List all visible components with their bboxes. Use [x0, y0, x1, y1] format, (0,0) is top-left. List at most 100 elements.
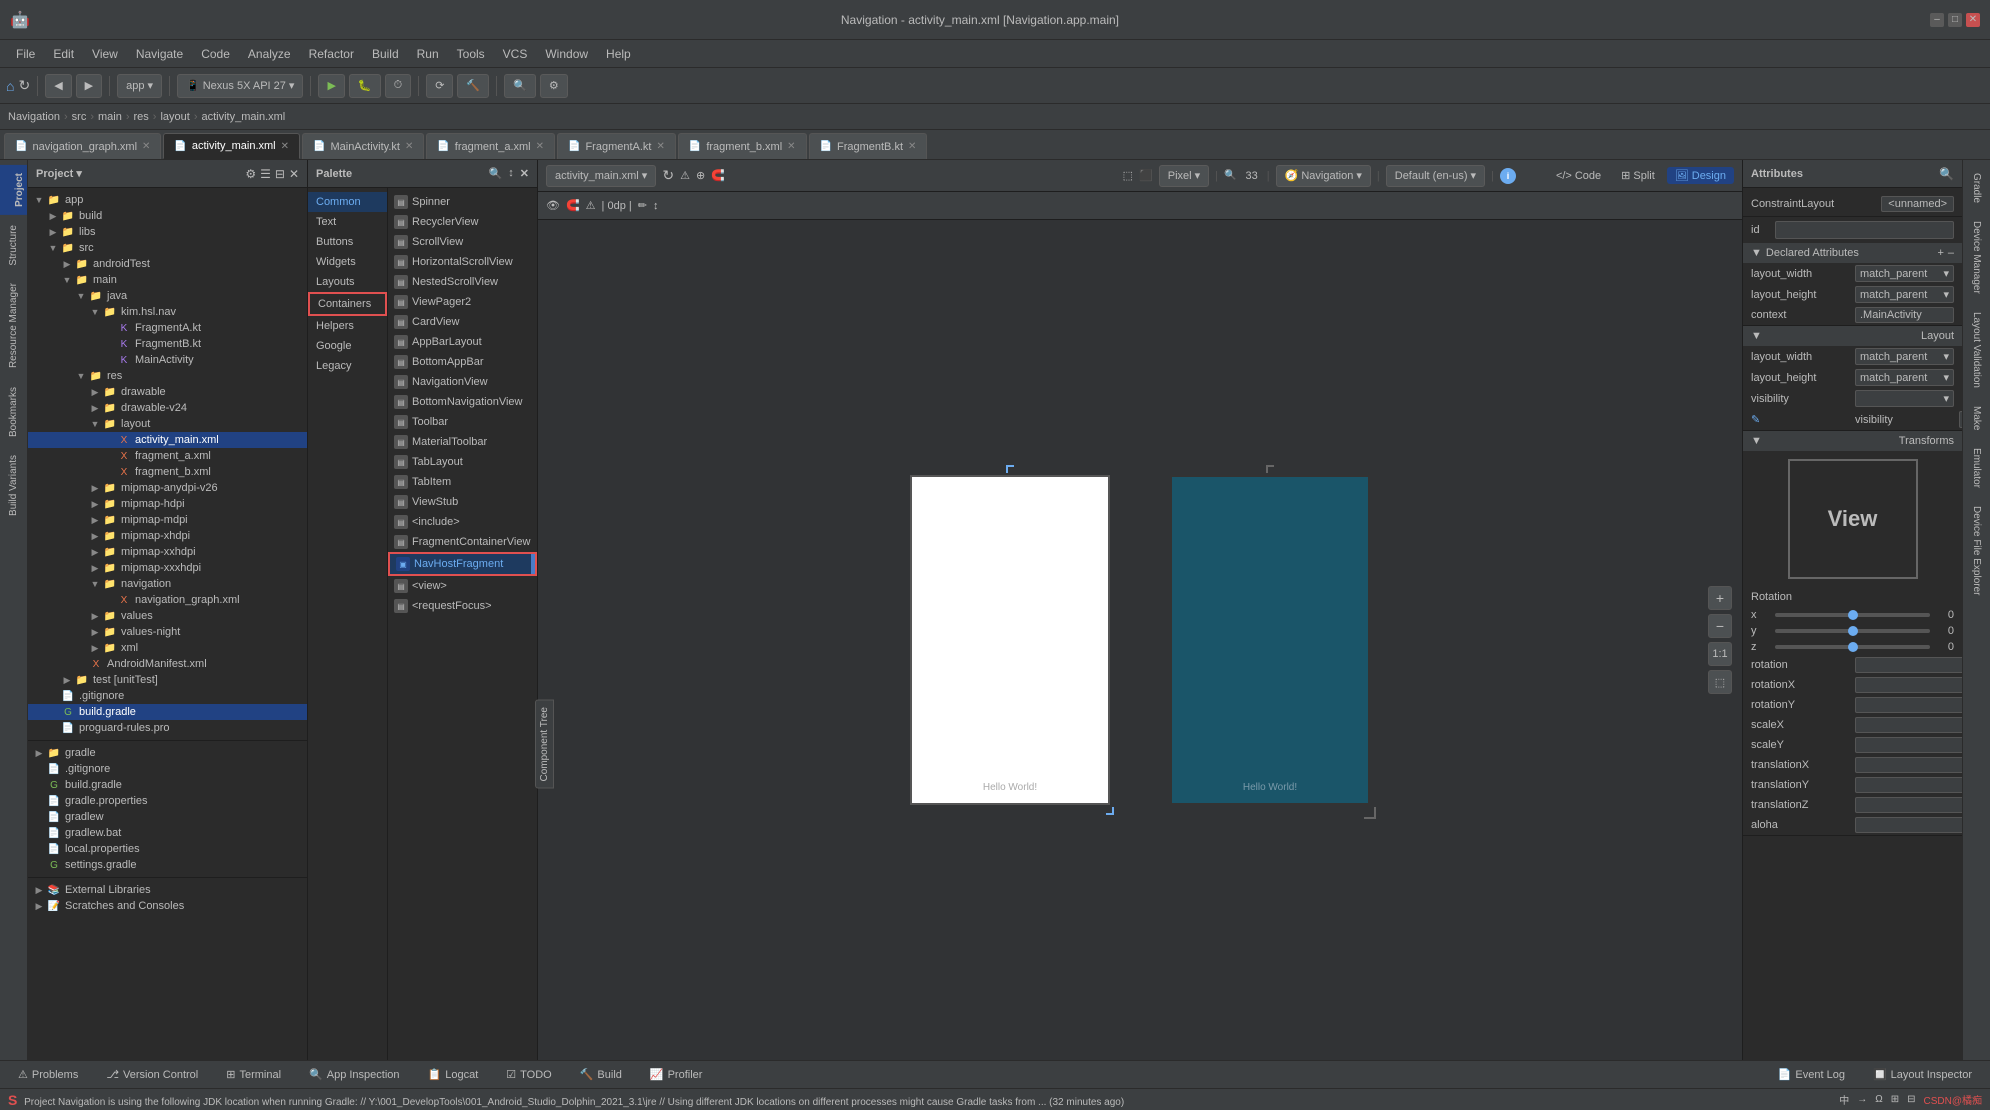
tab-close-activity-main[interactable]: ✕ — [281, 141, 289, 152]
tab-close-fragment-a-kt[interactable]: ✕ — [656, 141, 664, 152]
tree-item-androidmanifest[interactable]: X AndroidManifest.xml — [28, 656, 307, 672]
tree-item-fragmenta-kt[interactable]: K FragmentA.kt — [28, 320, 307, 336]
navigation-btn[interactable]: 🧭 Navigation ▾ — [1276, 165, 1371, 187]
palette-item-appbarlayout[interactable]: ▤ AppBarLayout — [388, 332, 537, 352]
scaleX-attr-input[interactable] — [1855, 717, 1962, 733]
tab-main-activity[interactable]: 📄 MainActivity.kt ✕ — [302, 133, 424, 159]
rotation-y-thumb[interactable] — [1848, 626, 1858, 636]
sidebar-tab-emulator[interactable]: Emulator — [1969, 440, 1984, 496]
menu-run[interactable]: Run — [409, 45, 447, 63]
tab-close-main-activity[interactable]: ✕ — [405, 141, 413, 152]
breadcrumb-layout[interactable]: layout — [160, 111, 189, 123]
declared-attributes-header[interactable]: ▼ Declared Attributes + – — [1743, 243, 1962, 263]
tree-item-proguard[interactable]: 📄 proguard-rules.pro — [28, 720, 307, 736]
tab-close-fragment-b[interactable]: ✕ — [787, 141, 795, 152]
declared-context-value[interactable]: .MainActivity — [1855, 307, 1954, 323]
tree-item-nav-graph-xml[interactable]: X navigation_graph.xml — [28, 592, 307, 608]
minimize-button[interactable]: – — [1930, 13, 1944, 27]
app-selector[interactable]: app ▾ — [117, 74, 162, 98]
tree-item-external-libraries[interactable]: ▶ 📚 External Libraries — [28, 882, 307, 898]
tree-item-build[interactable]: ▶ 📁 build — [28, 208, 307, 224]
tree-item-mipmap-mdpi[interactable]: ▶ 📁 mipmap-mdpi — [28, 512, 307, 528]
file-selector-btn[interactable]: activity_main.xml ▾ — [546, 165, 656, 187]
tree-item-build-gradle[interactable]: G build.gradle — [28, 704, 307, 720]
breadcrumb-main[interactable]: main — [98, 111, 122, 123]
palette-item-viewpager2[interactable]: ▤ ViewPager2 — [388, 292, 537, 312]
palette-cat-text[interactable]: Text — [308, 212, 387, 232]
sidebar-tab-build-variants[interactable]: Build Variants — [6, 447, 21, 524]
phone-frame-1[interactable]: Hello World! — [910, 475, 1110, 805]
phone-frame-2[interactable]: Hello World! — [1170, 475, 1370, 805]
tree-item-res[interactable]: ▼ 📁 res — [28, 368, 307, 384]
palette-cat-layouts[interactable]: Layouts — [308, 272, 387, 292]
design-warn-icon[interactable]: ⊕ — [696, 169, 705, 182]
sync-button[interactable]: ⟳ — [426, 74, 453, 98]
design-magnet-icon[interactable]: 🧲 — [711, 169, 725, 182]
palette-item-cardview[interactable]: ▤ CardView — [388, 312, 537, 332]
tree-item-fragmentb-kt[interactable]: K FragmentB.kt — [28, 336, 307, 352]
canvas-zoom-out-btn[interactable]: − — [1708, 614, 1732, 638]
palette-cat-buttons[interactable]: Buttons — [308, 232, 387, 252]
bottom-tab-problems[interactable]: ⚠ Problems — [8, 1065, 88, 1084]
scaleY-attr-input[interactable] — [1855, 737, 1962, 753]
forward-button[interactable]: ▶ — [76, 74, 102, 98]
rotation-y-slider[interactable] — [1775, 629, 1930, 633]
phone2-resize-handle[interactable] — [1364, 807, 1376, 819]
tree-item-build-gradle-root[interactable]: G build.gradle — [28, 777, 307, 793]
bottom-tab-build[interactable]: 🔨 Build — [570, 1065, 632, 1084]
bottom-tab-event-log[interactable]: 📄 Event Log — [1768, 1065, 1855, 1084]
tab-fragment-a[interactable]: 📄 fragment_a.xml ✕ — [426, 133, 555, 159]
bottom-tab-terminal[interactable]: ⊞ Terminal — [216, 1065, 291, 1084]
tab-close-fragment-a[interactable]: ✕ — [536, 141, 544, 152]
menu-help[interactable]: Help — [598, 45, 639, 63]
tree-item-values[interactable]: ▶ 📁 values — [28, 608, 307, 624]
tree-item-gitignore2[interactable]: 📄 .gitignore — [28, 761, 307, 777]
palette-item-nested-scrollview[interactable]: ▤ NestedScrollView — [388, 272, 537, 292]
tree-item-test[interactable]: ▶ 📁 test [unitTest] — [28, 672, 307, 688]
tab-navigation-graph[interactable]: 📄 navigation_graph.xml ✕ — [4, 133, 161, 159]
palette-cat-widgets[interactable]: Widgets — [308, 252, 387, 272]
tree-item-main[interactable]: ▼ 📁 main — [28, 272, 307, 288]
debug-button[interactable]: 🐛 — [349, 74, 381, 98]
breadcrumb-navigation[interactable]: Navigation — [8, 111, 60, 123]
menu-view[interactable]: View — [84, 45, 126, 63]
sidebar-tab-structure[interactable]: Structure — [6, 217, 21, 274]
palette-item-toolbar[interactable]: ▤ Toolbar — [388, 412, 537, 432]
palette-item-view[interactable]: ▤ <view> — [388, 576, 537, 596]
rotationY-attr-input[interactable] — [1855, 697, 1962, 713]
design-eye-icon[interactable]: 👁 — [546, 199, 560, 212]
palette-cat-common[interactable]: Common — [308, 192, 387, 212]
project-settings-icon[interactable]: ⚙ — [245, 167, 256, 181]
rotation-x-slider[interactable] — [1775, 613, 1930, 617]
constraint-layout-value[interactable]: <unnamed> — [1881, 196, 1954, 212]
translationZ-attr-input[interactable] — [1855, 797, 1962, 813]
palette-search-icon[interactable]: 🔍 — [489, 167, 503, 180]
rotation-z-thumb[interactable] — [1848, 642, 1858, 652]
settings-button[interactable]: ⚙ — [540, 74, 568, 98]
tree-item-gradle[interactable]: ▶ 📁 gradle — [28, 745, 307, 761]
breadcrumb-src[interactable]: src — [72, 111, 87, 123]
tree-item-java[interactable]: ▼ 📁 java — [28, 288, 307, 304]
sidebar-tab-device-file-explorer[interactable]: Device File Explorer — [1969, 498, 1984, 603]
design-magnet2-icon[interactable]: 🧲 — [566, 199, 580, 212]
sidebar-tab-resource-manager[interactable]: Resource Manager — [6, 275, 21, 376]
palette-item-tablayout[interactable]: ▤ TabLayout — [388, 452, 537, 472]
locale-btn[interactable]: Default (en-us) ▾ — [1386, 165, 1485, 187]
tree-item-local-properties[interactable]: 📄 local.properties — [28, 841, 307, 857]
design-orient-icon[interactable]: ⬚ — [1123, 169, 1133, 182]
tree-item-values-night[interactable]: ▶ 📁 values-night — [28, 624, 307, 640]
tree-item-drawable[interactable]: ▶ 📁 drawable — [28, 384, 307, 400]
rotation-x-thumb[interactable] — [1848, 610, 1858, 620]
menu-vcs[interactable]: VCS — [495, 45, 536, 63]
tree-item-mipmap-anydpi[interactable]: ▶ 📁 mipmap-anydpi-v26 — [28, 480, 307, 496]
tree-item-xml[interactable]: ▶ 📁 xml — [28, 640, 307, 656]
menu-analyze[interactable]: Analyze — [240, 45, 299, 63]
tree-item-settings-gradle[interactable]: G settings.gradle — [28, 857, 307, 873]
tree-item-mainactivity[interactable]: K MainActivity — [28, 352, 307, 368]
tree-item-src[interactable]: ▼ 📁 src — [28, 240, 307, 256]
sidebar-tab-make[interactable]: Make — [1969, 398, 1984, 438]
project-collapse-icon[interactable]: ⊟ — [275, 167, 285, 181]
design-error-icon[interactable]: ⚠ — [680, 169, 690, 182]
palette-item-recyclerview[interactable]: ▤ RecyclerView — [388, 212, 537, 232]
status-arrow-icon[interactable]: → — [1857, 1094, 1867, 1105]
